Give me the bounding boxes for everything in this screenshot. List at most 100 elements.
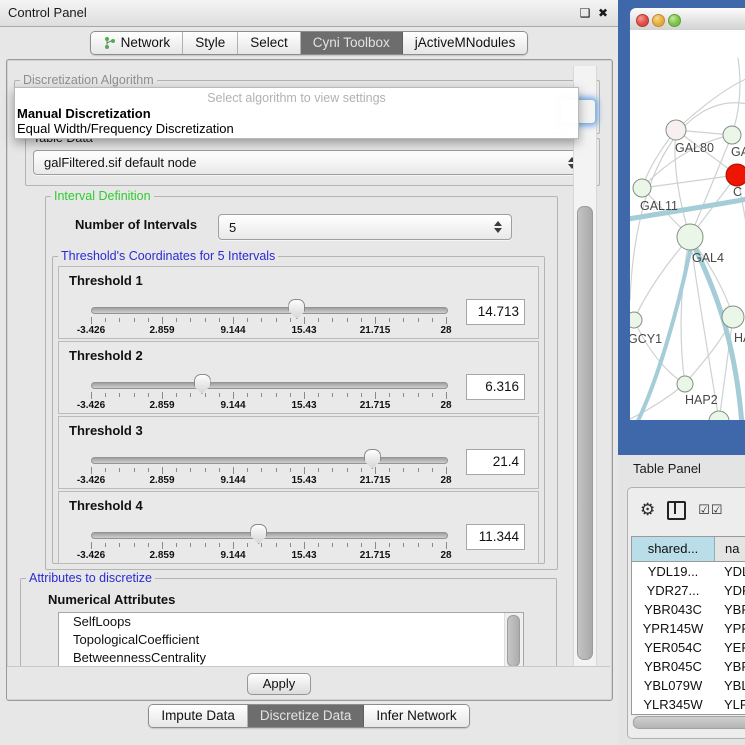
attribute-list-item[interactable]: SelfLoops <box>59 613 523 631</box>
attributes-scrollbar-thumb[interactable] <box>507 615 520 667</box>
tab-cyni-toolbox[interactable]: Cyni Toolbox <box>301 32 403 54</box>
slider-track[interactable] <box>91 457 448 464</box>
control-panel-titlebar: Control Panel ❑ ✖ <box>0 0 618 27</box>
network-node[interactable] <box>723 126 741 144</box>
network-graph[interactable]: GAL80GACGAL11GAL4GCY1HAHAP2 <box>630 30 745 420</box>
table-row[interactable]: YBR045CYBR0 <box>632 657 745 676</box>
column-header-name[interactable]: na <box>715 537 745 561</box>
tick-mark <box>304 317 305 324</box>
table-row[interactable]: YBR043CYBR0 <box>632 600 745 619</box>
table-row[interactable]: YLR345WYLR3 <box>632 695 745 714</box>
tick-label: 28 <box>440 325 451 336</box>
table-row[interactable]: YDL19...YDL1 <box>632 562 745 581</box>
network-edge[interactable] <box>642 175 737 188</box>
network-edge[interactable] <box>634 320 685 384</box>
attribute-list-item[interactable]: BetweennessCentrality <box>59 649 523 667</box>
tick-mark <box>148 318 149 322</box>
table-row[interactable]: YIL052CYIL0 <box>632 714 745 715</box>
tab-discretize-data[interactable]: Discretize Data <box>248 705 365 727</box>
table-row[interactable]: YPR145WYPR1 <box>632 619 745 638</box>
column-header-shared-name[interactable]: shared... <box>632 537 715 561</box>
threshold-value-field[interactable]: 21.4 <box>466 449 525 475</box>
split-panel-icon[interactable] <box>667 501 686 520</box>
tick-mark <box>276 393 277 397</box>
cell-name: YPR1 <box>714 619 745 638</box>
node-label: HA <box>734 331 745 345</box>
tick-mark <box>205 393 206 397</box>
threshold-panel-2: Threshold 2-3.4262.8599.14415.4321.71528… <box>58 341 539 414</box>
zoom-traffic-light-icon[interactable] <box>668 14 681 27</box>
network-view-canvas[interactable]: GAL80GACGAL11GAL4GCY1HAHAP2 <box>630 30 745 420</box>
algorithm-option-equal-width[interactable]: Equal Width/Frequency Discretization <box>15 121 578 136</box>
slider-track[interactable] <box>91 382 448 389</box>
tick-mark <box>318 318 319 322</box>
tick-mark <box>318 543 319 547</box>
slider-handle[interactable] <box>250 524 267 544</box>
table-hscrollbar-track[interactable] <box>632 716 745 729</box>
close-traffic-light-icon[interactable] <box>636 14 649 27</box>
network-edge[interactable] <box>630 384 685 420</box>
network-node[interactable] <box>726 164 745 186</box>
tab-network[interactable]: Network <box>91 32 184 54</box>
tab-impute-data[interactable]: Impute Data <box>149 705 248 727</box>
attribute-list-item[interactable]: TopologicalCoefficient <box>59 631 523 649</box>
gear-icon[interactable]: ⚙ <box>640 495 655 525</box>
tick-mark <box>162 317 163 324</box>
algorithm-option-manual[interactable]: Manual Discretization <box>15 106 578 121</box>
tick-mark <box>361 393 362 397</box>
tick-mark <box>119 318 120 322</box>
tick-mark <box>446 467 447 474</box>
tick-mark <box>446 317 447 324</box>
tick-mark <box>134 318 135 322</box>
numerical-attributes-list[interactable]: SelfLoopsTopologicalCoefficientBetweenne… <box>58 612 524 670</box>
table-hscrollbar-thumb[interactable] <box>633 716 745 729</box>
table-row[interactable]: YDR27...YDR2 <box>632 581 745 600</box>
panel-scrollbar-thumb[interactable] <box>577 206 593 660</box>
tick-mark <box>190 468 191 472</box>
network-node[interactable] <box>709 411 729 420</box>
network-node[interactable] <box>677 224 703 250</box>
tab-select[interactable]: Select <box>238 32 301 54</box>
tick-mark <box>219 393 220 397</box>
close-window-icon[interactable]: ✖ <box>595 5 611 21</box>
threshold-panel-3: Threshold 3-3.4262.8599.14415.4321.71528… <box>58 416 539 489</box>
table-data-combobox[interactable]: galFiltered.sif default node <box>33 150 586 175</box>
top-tab-bar: NetworkStyleSelectCyni ToolboxjActiveMNo… <box>0 31 618 55</box>
tab-infer-network[interactable]: Infer Network <box>364 705 468 727</box>
apply-button[interactable]: Apply <box>247 673 311 695</box>
threshold-label: Threshold 4 <box>69 498 143 513</box>
threshold-value-field[interactable]: 6.316 <box>466 374 525 400</box>
table-row[interactable]: YER054CYER0 <box>632 638 745 657</box>
tick-mark <box>105 468 106 472</box>
slider-track[interactable] <box>91 532 448 539</box>
column-checkboxes-icon[interactable]: ☑☑ <box>698 502 723 518</box>
network-edge[interactable] <box>676 78 745 130</box>
minimize-traffic-light-icon[interactable] <box>652 14 665 27</box>
bottom-tab-bar: Impute DataDiscretize DataInfer Network <box>0 704 618 728</box>
slider-handle[interactable] <box>288 299 305 319</box>
network-edge[interactable] <box>732 58 740 135</box>
table-row[interactable]: YBL079WYBL0 <box>632 676 745 695</box>
network-node[interactable] <box>666 120 686 140</box>
network-node[interactable] <box>630 312 642 328</box>
tick-mark <box>432 393 433 397</box>
tick-mark <box>375 392 376 399</box>
tick-mark <box>105 318 106 322</box>
threshold-panel-1: Threshold 1-3.4262.8599.14415.4321.71528… <box>58 266 539 339</box>
threshold-value-field[interactable]: 14.713 <box>466 299 525 325</box>
table-header-row: shared... na <box>632 537 745 562</box>
tab-style[interactable]: Style <box>183 32 238 54</box>
slider-handle[interactable] <box>364 449 381 469</box>
number-of-intervals-combobox[interactable]: 5 <box>218 214 512 240</box>
slider-track[interactable] <box>91 307 448 314</box>
tick-mark <box>176 543 177 547</box>
network-node[interactable] <box>722 306 744 328</box>
tick-mark <box>432 318 433 322</box>
threshold-value-field[interactable]: 11.344 <box>466 524 525 550</box>
tick-mark <box>290 543 291 547</box>
slider-handle[interactable] <box>194 374 211 394</box>
network-node[interactable] <box>633 179 651 197</box>
float-window-icon[interactable]: ❑ <box>577 5 593 21</box>
network-node[interactable] <box>677 376 693 392</box>
tab-jactivemnodules[interactable]: jActiveMNodules <box>403 32 528 54</box>
